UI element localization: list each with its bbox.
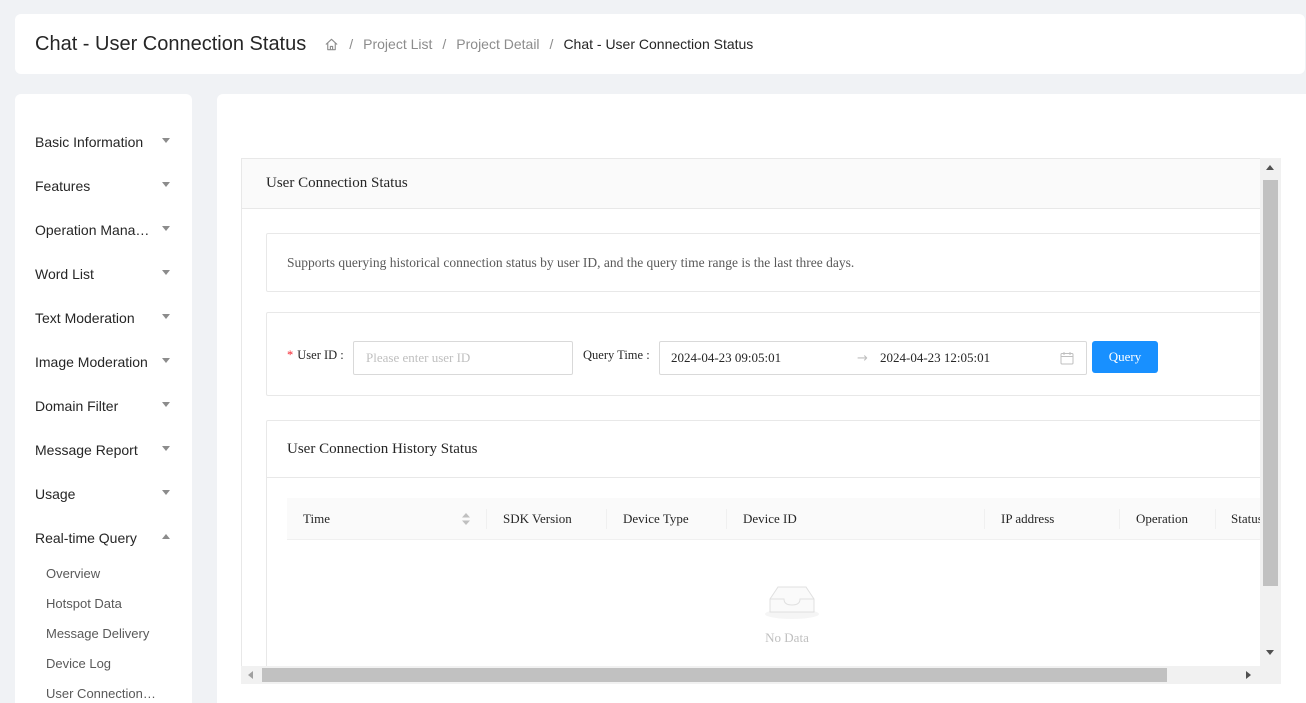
caret-down-icon — [162, 138, 170, 143]
vertical-scroll-thumb[interactable] — [1263, 180, 1278, 586]
empty-state: No Data — [757, 579, 827, 646]
date-range-picker[interactable]: 2024-04-23 09:05:01 → 2024-04-23 12:05:0… — [659, 341, 1087, 375]
sidebar-item-label: Operation Management — [35, 222, 157, 238]
column-header-time[interactable]: Time — [303, 498, 330, 540]
sidebar-item-label: Message Report — [35, 442, 138, 458]
column-divider — [486, 509, 487, 529]
caret-down-icon — [162, 182, 170, 187]
horizontal-scroll-thumb[interactable] — [262, 668, 1167, 682]
sidebar-item-usage[interactable]: Usage — [15, 472, 192, 516]
sidebar-item-label: Word List — [35, 266, 94, 282]
breadcrumb-separator: / — [549, 36, 554, 52]
page-header: Chat - User Connection Status / Project … — [15, 14, 1305, 74]
sidebar-item-operation-management[interactable]: Operation Management — [15, 208, 192, 252]
breadcrumb: / Project List / Project Detail / Chat -… — [324, 36, 753, 52]
sidebar-item-label: Text Moderation — [35, 310, 135, 326]
caret-down-icon — [162, 490, 170, 495]
empty-text: No Data — [765, 630, 809, 645]
sidebar-subitem-user-connection-status[interactable]: User Connection Status — [15, 678, 192, 703]
query-button[interactable]: Query — [1092, 341, 1158, 373]
sidebar-subitem-label: Hotspot Data — [46, 595, 122, 611]
scroll-left-icon[interactable] — [248, 671, 253, 679]
horizontal-scrollbar[interactable] — [241, 666, 1281, 684]
sidebar-item-label: Real-time Query — [35, 530, 137, 546]
page-title: Chat - User Connection Status — [35, 32, 307, 55]
home-icon[interactable] — [324, 37, 339, 52]
notice-text: Supports querying historical connection … — [266, 233, 1266, 292]
sidebar-item-label: Basic Information — [35, 134, 144, 150]
label-colon: : — [337, 347, 344, 362]
sidebar-subitem-overview[interactable]: Overview — [15, 558, 192, 588]
breadcrumb-current: Chat - User Connection Status — [563, 36, 754, 52]
user-id-label-text: User ID — [297, 347, 338, 362]
column-divider — [726, 509, 727, 529]
history-section: User Connection History Status Time SDK … — [266, 420, 1277, 683]
sidebar-item-word-list[interactable]: Word List — [15, 252, 192, 296]
vertical-scrollbar[interactable] — [1260, 158, 1281, 666]
query-time-label-text: Query Time — [583, 347, 644, 362]
caret-down-icon — [162, 358, 170, 363]
sidebar-subitem-label: User Connection Status — [46, 685, 156, 701]
sidebar-item-label: Image Moderation — [35, 354, 148, 370]
caret-down-icon — [162, 270, 170, 275]
caret-down-icon — [162, 402, 170, 407]
sidebar-item-label: Features — [35, 178, 91, 194]
required-mark: * — [287, 347, 294, 362]
sidebar-item-real-time-query[interactable]: Real-time Query — [15, 516, 192, 560]
sidebar-subitem-label: Device Log — [46, 655, 112, 671]
column-divider — [606, 509, 607, 529]
column-header-operation: Operation — [1136, 511, 1188, 526]
sidebar-subitem-hotspot-data[interactable]: Hotspot Data — [15, 588, 192, 618]
query-form: * User ID : Query Time : 2024-04-23 09:0… — [266, 312, 1266, 396]
breadcrumb-project-list[interactable]: Project List — [363, 36, 432, 52]
empty-inbox-icon — [765, 586, 819, 619]
main-content: User Connection Status Supports querying… — [217, 94, 1306, 703]
column-divider — [1119, 509, 1120, 529]
column-header-sdk-version: SDK Version — [503, 511, 572, 526]
sidebar-subitem-message-delivery[interactable]: Message Delivery — [15, 618, 192, 648]
label-colon: : — [643, 347, 650, 362]
sidebar-subitem-label: Message Delivery — [46, 625, 150, 641]
user-id-input[interactable] — [353, 341, 573, 375]
history-title: User Connection History Status — [267, 421, 1267, 478]
range-arrow-icon: → — [857, 351, 868, 366]
card-title: User Connection Status — [242, 159, 1280, 209]
sidebar-subitem-device-log[interactable]: Device Log — [15, 648, 192, 678]
breadcrumb-project-detail[interactable]: Project Detail — [456, 36, 539, 52]
sidebar-item-image-moderation[interactable]: Image Moderation — [15, 340, 192, 384]
sidebar-item-message-report[interactable]: Message Report — [15, 428, 192, 472]
user-id-label: * User ID : — [287, 313, 344, 397]
scroll-up-icon[interactable] — [1266, 165, 1274, 170]
sidebar-item-text-moderation[interactable]: Text Moderation — [15, 296, 192, 340]
scroll-right-icon[interactable] — [1246, 671, 1251, 679]
sidebar-item-basic-information[interactable]: Basic Information — [15, 120, 192, 164]
sidebar-subitem-label: Overview — [46, 565, 101, 581]
calendar-icon — [1060, 352, 1074, 365]
sort-icon[interactable] — [461, 511, 471, 527]
caret-down-icon — [162, 314, 170, 319]
start-time-value[interactable]: 2024-04-23 09:05:01 — [671, 342, 781, 374]
caret-up-icon — [162, 534, 170, 539]
column-header-device-id: Device ID — [743, 511, 797, 526]
user-connection-card: User Connection Status Supports querying… — [241, 158, 1281, 684]
column-header-ip-address: IP address — [1001, 511, 1055, 526]
sidebar-item-label: Usage — [35, 486, 76, 502]
column-header-status: Status — [1231, 511, 1263, 526]
caret-down-icon — [162, 446, 170, 451]
end-time-value[interactable]: 2024-04-23 12:05:01 — [880, 342, 990, 374]
sidebar-item-label: Domain Filter — [35, 398, 119, 414]
sidebar-menu: Basic Information Features Operation Man… — [15, 94, 192, 703]
column-header-device-type: Device Type — [623, 511, 689, 526]
breadcrumb-separator: / — [349, 36, 354, 52]
query-time-label: Query Time : — [583, 313, 650, 397]
sidebar-item-features[interactable]: Features — [15, 164, 192, 208]
scroll-down-icon[interactable] — [1266, 650, 1274, 655]
column-divider — [1215, 509, 1216, 529]
breadcrumb-separator: / — [442, 36, 447, 52]
column-divider — [984, 509, 985, 529]
table-header: Time SDK Version Device Type Device ID I… — [287, 498, 1277, 540]
caret-down-icon — [162, 226, 170, 231]
sidebar-item-domain-filter[interactable]: Domain Filter — [15, 384, 192, 428]
